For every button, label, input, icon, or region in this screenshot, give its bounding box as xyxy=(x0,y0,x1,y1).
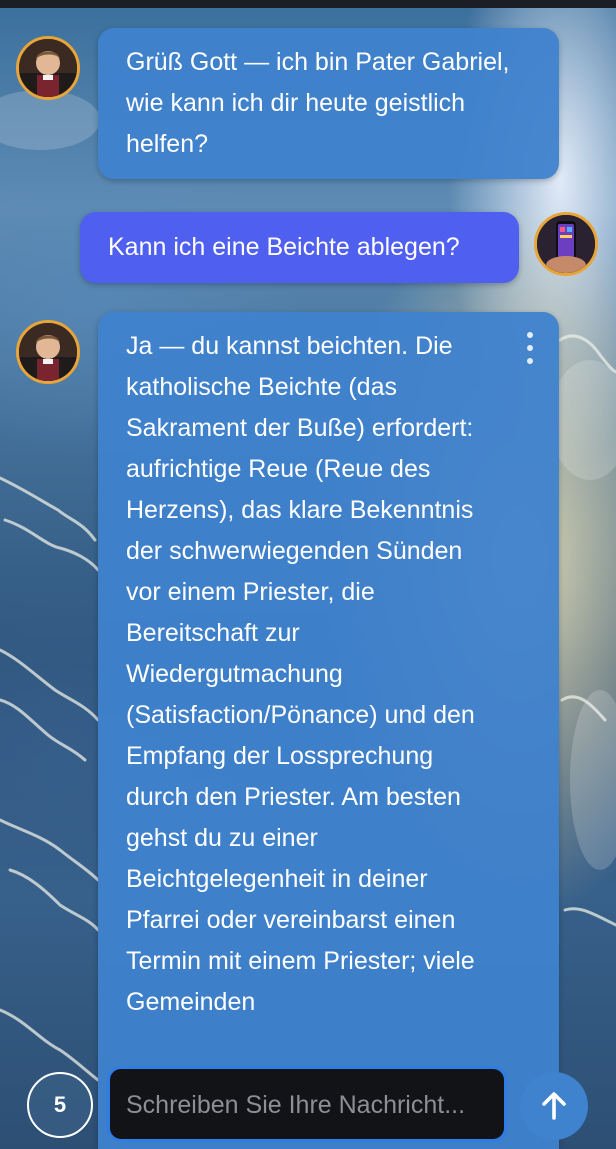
message-input[interactable] xyxy=(124,1069,498,1141)
assistant-message-bubble: Ja — du kannst beichten. Die katholische… xyxy=(98,312,559,1149)
priest-avatar xyxy=(16,36,80,100)
send-button[interactable] xyxy=(520,1072,588,1140)
status-strip xyxy=(0,0,616,8)
priest-avatar xyxy=(16,320,80,384)
user-message-bubble: Kann ich eine Beichte ablegen? xyxy=(80,212,519,283)
assistant-message-text: Ja — du kannst beichten. Die katholische… xyxy=(126,332,475,1016)
assistant-message-bubble: Grüß Gott — ich bin Pater Gabriel, wie k… xyxy=(98,28,559,179)
more-vertical-icon[interactable] xyxy=(523,332,537,364)
message-counter-badge: 5 xyxy=(27,1072,93,1138)
composer-bar: 5 xyxy=(0,1062,616,1149)
arrow-up-icon xyxy=(542,1092,566,1120)
assistant-message-text: Grüß Gott — ich bin Pater Gabriel, wie k… xyxy=(126,48,510,158)
message-input-wrapper[interactable] xyxy=(107,1066,507,1142)
user-phone-avatar xyxy=(534,212,598,276)
user-message-text: Kann ich eine Beichte ablegen? xyxy=(108,233,460,261)
